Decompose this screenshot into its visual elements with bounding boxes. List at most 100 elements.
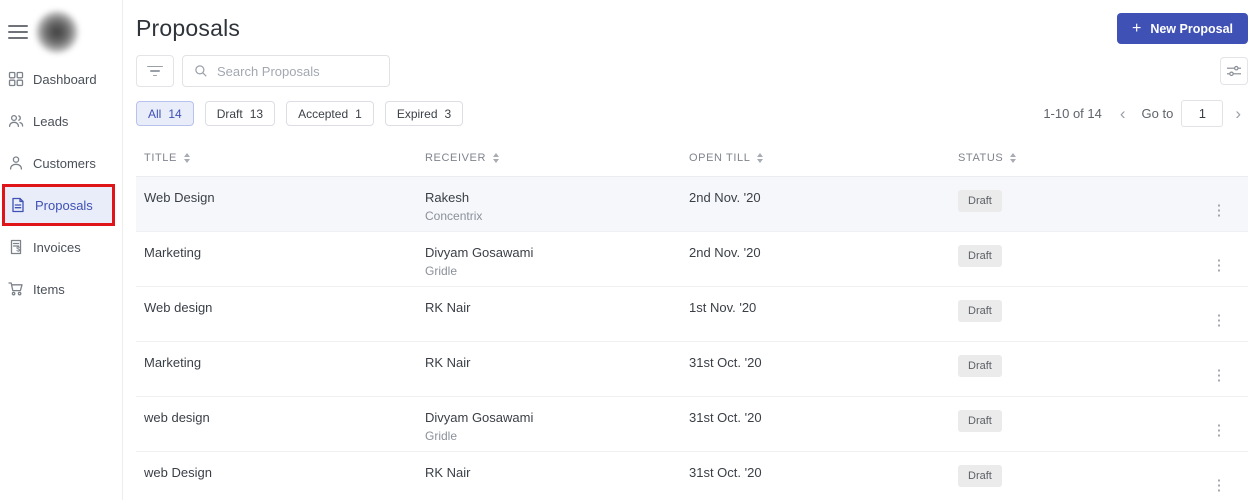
customer-person-icon [9,156,23,170]
receiver-name: Divyam Gosawami [425,245,534,260]
cell-title: Marketing [144,355,202,370]
leads-people-icon [8,114,24,128]
cell-status: Draft [950,465,1190,487]
pagination-range: 1-10 of 14 [1043,106,1102,121]
cell-receiver: RK Nair [417,465,681,484]
sort-icon [183,152,190,163]
receiver-company: Concentrix [425,209,483,223]
sort-icon [493,152,500,163]
sidebar-item-label: Leads [33,113,69,129]
receiver-name: RK Nair [425,465,471,480]
chip-count: 3 [444,106,452,121]
proposal-document-icon [12,197,24,213]
cell-title: Web design [144,300,213,315]
sidebar: Dashboard Leads Customers Proposals $ In… [0,0,123,500]
search-input[interactable] [217,63,378,79]
sidebar-item-dashboard[interactable]: Dashboard [0,58,122,100]
chevron-left-icon[interactable]: ‹ [1116,105,1130,122]
status-badge: Draft [958,190,1002,212]
sort-icon [1010,152,1017,163]
sidebar-item-invoices[interactable]: $ Invoices [0,226,122,268]
new-proposal-button[interactable]: + New Proposal [1116,13,1248,44]
cell-title: web design [144,410,210,425]
status-badge: Draft [958,245,1002,267]
cell-open-till: 1st Nov. '20 [689,300,757,315]
cell-receiver: Divyam Gosawami Gridle [417,410,681,443]
status-badge: Draft [958,355,1002,377]
chip-count: 14 [168,106,182,121]
table-row[interactable]: Marketing Divyam Gosawami Gridle 2nd Nov… [136,232,1248,287]
cell-open-till: 2nd Nov. '20 [689,190,761,205]
table-row[interactable]: Marketing RK Nair 31st Oct. '20 Draft ⋮ [136,342,1248,397]
new-proposal-button-label: New Proposal [1150,21,1233,36]
sidebar-item-label: Proposals [35,197,93,213]
cell-open-till: 31st Oct. '20 [689,355,762,370]
table-settings-button[interactable] [1220,57,1248,85]
cell-receiver: Divyam Gosawami Gridle [417,245,681,278]
search-box[interactable] [182,55,390,87]
chip-label: Expired [396,106,438,121]
svg-text:$: $ [16,247,20,254]
chip-label: Accepted [298,106,349,121]
invoice-receipt-icon: $ [10,239,22,255]
page-title: Proposals [136,15,241,41]
column-header-receiver[interactable]: RECEIVER [417,152,681,164]
table-row[interactable]: web Design RK Nair 31st Oct. '20 Draft ⋮ [136,452,1248,500]
row-actions-kebab-icon[interactable]: ⋮ [1206,201,1233,220]
chip-draft[interactable]: Draft 13 [204,101,276,126]
cell-title: Web Design [144,190,215,205]
receiver-name: Divyam Gosawami [425,410,534,425]
sidebar-item-customers[interactable]: Customers [0,142,122,184]
cell-status: Draft [950,410,1190,432]
chip-expired[interactable]: Expired 3 [384,101,464,126]
table-row[interactable]: Web design RK Nair 1st Nov. '20 Draft ⋮ [136,287,1248,342]
search-icon [195,65,207,77]
receiver-name: RK Nair [425,300,471,315]
cell-title: web Design [144,465,212,480]
row-actions-kebab-icon[interactable]: ⋮ [1206,421,1233,440]
sidebar-item-label: Items [33,281,65,297]
cell-receiver: Rakesh Concentrix [417,190,681,223]
sidebar-item-label: Dashboard [33,71,97,87]
cart-icon [8,282,23,296]
app-window: Dashboard Leads Customers Proposals $ In… [0,0,1255,500]
sidebar-header [0,0,122,56]
filter-button[interactable] [136,55,174,87]
sidebar-item-leads[interactable]: Leads [0,100,122,142]
chevron-right-icon[interactable]: › [1231,105,1245,122]
table-row[interactable]: web design Divyam Gosawami Gridle 31st O… [136,397,1248,452]
column-header-open-till[interactable]: OPEN TILL [681,152,950,164]
sidebar-item-label: Invoices [33,239,81,255]
chip-accepted[interactable]: Accepted 1 [286,101,374,126]
sidebar-item-items[interactable]: Items [0,268,122,310]
sidebar-item-proposals[interactable]: Proposals [2,184,115,226]
toolbar [136,55,1255,87]
app-logo [36,11,78,53]
pagination: 1-10 of 14 ‹ Go to › [1043,100,1245,127]
status-badge: Draft [958,410,1002,432]
row-actions-kebab-icon[interactable]: ⋮ [1206,311,1233,330]
receiver-company: Gridle [425,264,458,278]
filter-chips-row: All 14 Draft 13 Accepted 1 Expired 3 1-1… [136,100,1255,127]
sidebar-item-label: Customers [33,155,96,171]
chip-label: All [148,106,162,121]
main-content: Proposals + New Proposal Search Proposal… [123,0,1255,500]
plus-icon: + [1131,19,1142,37]
row-actions-kebab-icon[interactable]: ⋮ [1206,366,1233,385]
sidebar-nav: Dashboard Leads Customers Proposals $ In… [0,58,122,310]
row-actions-kebab-icon[interactable]: ⋮ [1206,476,1233,495]
table-header: TITLE RECEIVER OPEN TILL STATUS [136,139,1248,177]
receiver-name: Rakesh [425,190,470,205]
page-number-input[interactable] [1181,100,1224,127]
row-actions-kebab-icon[interactable]: ⋮ [1206,256,1233,275]
status-badge: Draft [958,300,1002,322]
column-header-status[interactable]: STATUS [950,152,1190,164]
sort-icon [757,152,764,163]
cell-open-till: 2nd Nov. '20 [689,245,761,260]
table-row[interactable]: Web Design Rakesh Concentrix 2nd Nov. '2… [136,177,1248,232]
chip-all[interactable]: All 14 [136,101,194,126]
hamburger-menu-icon[interactable] [8,25,28,39]
goto-label: Go to [1141,106,1174,121]
cell-title: Marketing [144,245,202,260]
column-header-title[interactable]: TITLE [136,152,417,164]
